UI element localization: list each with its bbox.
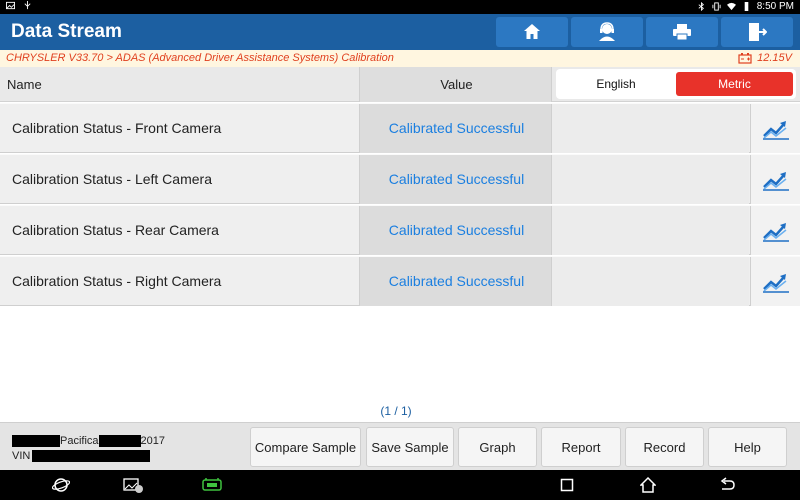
vin-label: VIN [12,449,31,462]
support-icon [599,22,615,41]
row-value: Calibrated Successful [388,171,525,187]
column-header-name: Name [7,77,42,92]
row-unit-cell [552,206,749,255]
vehicle-year: 2017 [140,434,166,447]
unit-toggle: English Metric [556,69,796,99]
metric-unit-button[interactable]: Metric [676,72,793,96]
voltage-readout: 12.15V [738,52,792,64]
breadcrumb-bar: CHRYSLER V33.70 > ADAS (Advanced Driver … [0,50,800,67]
row-name: Calibration Status - Left Camera [12,171,212,187]
print-icon [673,24,691,41]
bluetooth-icon [698,2,704,11]
breadcrumb: CHRYSLER V33.70 > ADAS (Advanced Driver … [6,52,394,64]
page-title: Data Stream [11,21,122,42]
english-unit-button[interactable]: English [558,72,674,96]
row-graph-button[interactable] [750,206,800,255]
print-button[interactable] [646,17,718,47]
row-name: Calibration Status - Front Camera [12,120,222,136]
row-graph-button[interactable] [750,257,800,306]
row-graph-button[interactable] [750,155,800,204]
table-header: Name Value English Metric [0,67,800,102]
redacted-vin [32,449,151,462]
status-time: 8:50 PM [756,1,794,12]
page-indicator: (1 / 1) [380,404,412,418]
vci-icon[interactable] [201,477,223,493]
table-row[interactable]: Calibration Status - Right Camera Calibr… [0,256,800,306]
table-row[interactable]: Calibration Status - Front Camera Calibr… [0,103,800,153]
back-icon[interactable] [718,477,736,493]
exit-icon [749,23,767,41]
gallery-icon[interactable] [123,477,145,493]
redacted-trim [98,434,141,447]
row-value: Calibrated Successful [388,273,525,289]
row-value-cell: Calibrated Successful [359,257,552,306]
bottom-toolbar: Pacifica 2017 VIN Compare Sample Save Sa… [0,422,800,470]
wifi-icon [726,2,736,11]
voltage-value: 12.15V [757,52,792,64]
image-icon [6,1,15,10]
line-graph-icon [762,273,789,293]
browser-icon[interactable] [52,477,70,493]
recent-apps-icon[interactable] [558,477,576,493]
battery-voltage-icon [738,52,752,64]
graph-button[interactable]: Graph [458,427,537,467]
usb-icon [24,1,31,10]
record-button[interactable]: Record [625,427,704,467]
column-header-value: Value [440,77,473,92]
status-bar: 8:50 PM [0,0,800,14]
vehicle-model: Pacifica [60,434,99,447]
line-graph-icon [762,171,789,191]
help-button[interactable]: Help [708,427,787,467]
row-value-cell: Calibrated Successful [359,155,552,204]
row-name: Calibration Status - Right Camera [12,273,222,289]
report-button[interactable]: Report [541,427,621,467]
compare-sample-button[interactable]: Compare Sample [250,427,361,467]
battery-icon [744,2,749,11]
vibrate-icon [712,2,721,11]
title-bar: Data Stream [0,14,800,50]
column-header-value-cell: Value [359,67,552,102]
home-icon [524,24,540,39]
redacted-make [12,434,60,447]
line-graph-icon [762,222,789,242]
row-unit-cell [552,257,749,306]
exit-button[interactable] [721,17,793,47]
support-button[interactable] [571,17,643,47]
row-value-cell: Calibrated Successful [359,104,552,153]
row-value-cell: Calibrated Successful [359,206,552,255]
row-value: Calibrated Successful [388,222,525,238]
row-graph-button[interactable] [750,104,800,153]
save-sample-button[interactable]: Save Sample [366,427,454,467]
vehicle-info: Pacifica 2017 VIN [12,433,165,463]
row-value: Calibrated Successful [388,120,525,136]
line-graph-icon [762,120,789,140]
row-unit-cell [552,104,749,153]
android-nav-bar [0,470,800,500]
home-nav-icon[interactable] [639,477,657,493]
table-row[interactable]: Calibration Status - Rear Camera Calibra… [0,205,800,255]
home-button[interactable] [496,17,568,47]
table-row[interactable]: Calibration Status - Left Camera Calibra… [0,154,800,204]
row-name: Calibration Status - Rear Camera [12,222,219,238]
row-unit-cell [552,155,749,204]
